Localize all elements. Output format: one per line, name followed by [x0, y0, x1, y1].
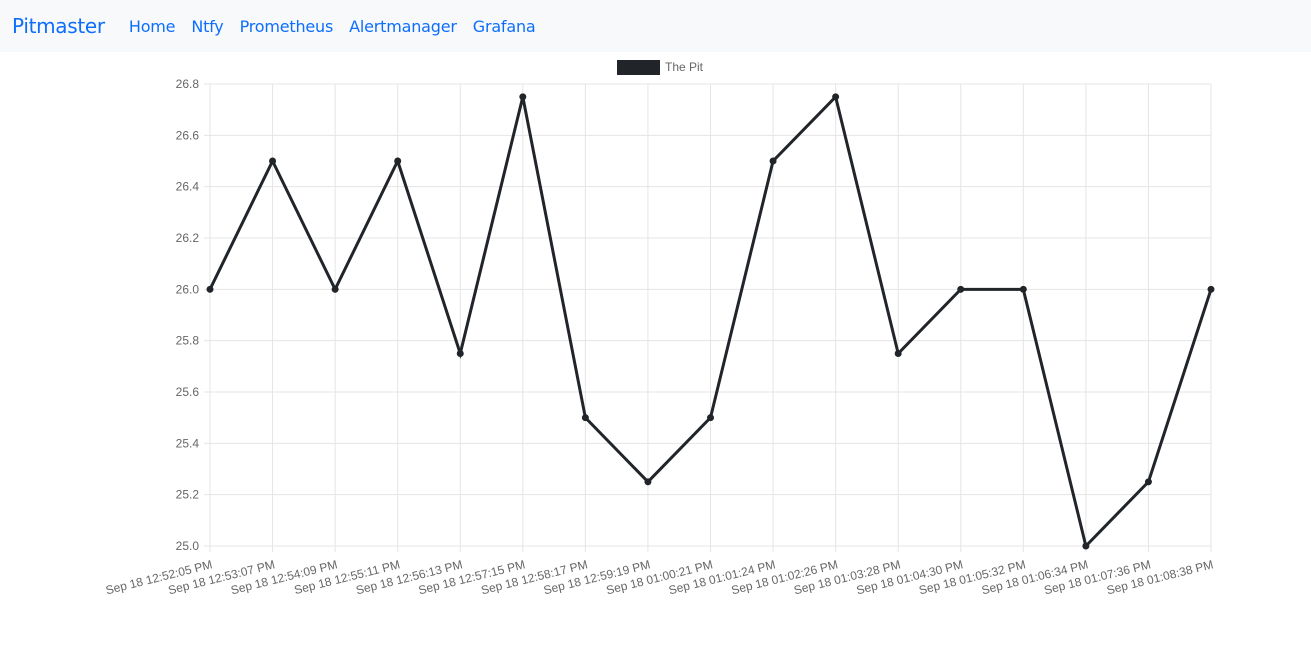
data-point [269, 157, 277, 165]
data-point [519, 93, 527, 101]
nav-link-home[interactable]: Home [121, 17, 183, 36]
data-point [1082, 542, 1090, 550]
brand-link[interactable]: Pitmaster [12, 14, 105, 38]
data-point [331, 285, 339, 293]
data-point [832, 93, 840, 101]
data-point [957, 285, 965, 293]
nav-link-ntfy[interactable]: Ntfy [183, 17, 231, 36]
nav-link-alertmanager[interactable]: Alertmanager [341, 17, 465, 36]
y-tick-label: 25.2 [176, 488, 200, 502]
data-point [456, 350, 464, 357]
y-tick-label: 26.4 [176, 180, 200, 194]
y-tick-label: 26.0 [176, 282, 200, 296]
data-point [581, 414, 589, 422]
legend-label: The Pit [665, 60, 704, 74]
data-point [206, 285, 214, 293]
legend-swatch [617, 60, 660, 75]
navbar: Pitmaster Home Ntfy Prometheus Alertmana… [0, 0, 1311, 52]
y-tick-label: 26.8 [176, 77, 200, 91]
data-point [1207, 285, 1215, 293]
nav-link-grafana[interactable]: Grafana [465, 17, 544, 36]
y-tick-label: 25.4 [176, 436, 200, 450]
y-tick-label: 26.6 [176, 128, 200, 142]
data-point [894, 350, 902, 357]
data-point [1019, 285, 1027, 293]
data-point [394, 157, 402, 165]
data-point [769, 157, 777, 165]
chart-container: 26.8 26.6 26.4 26.2 26.0 25.8 25.6 25.4 25.2 25.0… [0, 52, 1311, 654]
nav-links: Home Ntfy Prometheus Alertmanager Grafan… [121, 17, 544, 36]
data-point [707, 414, 714, 422]
data-point [1144, 478, 1152, 486]
nav-link-prometheus[interactable]: Prometheus [232, 17, 342, 36]
data-point [644, 478, 652, 486]
y-tick-label: 26.2 [176, 231, 200, 245]
temperature-chart: 26.8 26.6 26.4 26.2 26.0 25.8 25.6 25.4 25.2 25.0… [104, 60, 1215, 597]
y-tick-label: 25.0 [176, 539, 200, 553]
y-tick-label: 25.6 [176, 385, 200, 399]
y-tick-label: 25.8 [176, 334, 200, 348]
